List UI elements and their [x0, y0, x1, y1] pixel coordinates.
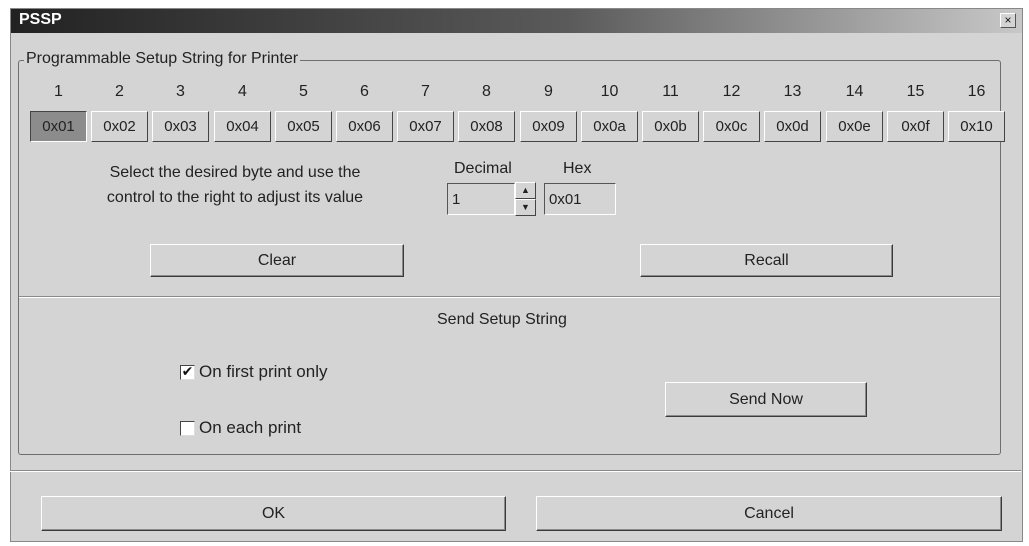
byte-index-label: 15 [906, 83, 925, 100]
clear-button[interactable]: Clear [150, 244, 404, 277]
byte-button-11[interactable]: 0x0b [642, 111, 699, 142]
close-button[interactable]: × [1000, 13, 1016, 28]
first-print-label: On first print only [199, 362, 328, 381]
byte-button-9[interactable]: 0x09 [520, 111, 577, 142]
byte-index-label: 10 [600, 83, 619, 100]
byte-index-label: 16 [967, 83, 986, 100]
byte-button-5[interactable]: 0x05 [275, 111, 332, 142]
byte-button-12[interactable]: 0x0c [703, 111, 760, 142]
byte-index-label: 1 [54, 83, 63, 100]
byte-button-4[interactable]: 0x04 [214, 111, 271, 142]
byte-index-label: 7 [421, 83, 430, 100]
send-setup-title: Send Setup String [437, 311, 567, 328]
byte-index-label: 8 [482, 83, 491, 100]
each-print-checkbox[interactable] [180, 420, 195, 436]
byte-index-label: 6 [360, 83, 369, 100]
byte-button-10[interactable]: 0x0a [581, 111, 638, 142]
each-print-label: On each print [199, 418, 302, 437]
byte-index-label: 2 [115, 83, 124, 100]
byte-button-15[interactable]: 0x0f [887, 111, 944, 142]
byte-index-label: 5 [299, 83, 308, 100]
instructions-line-1: Select the desired byte and use the [109, 164, 361, 181]
hex-field: 0x01 [544, 183, 616, 215]
byte-button-6[interactable]: 0x06 [336, 111, 393, 142]
title-bar: PSSP × [11, 9, 1022, 33]
byte-button-2[interactable]: 0x02 [91, 111, 148, 142]
byte-button-1[interactable]: 0x01 [30, 111, 87, 142]
byte-index-label: 9 [544, 83, 553, 100]
decimal-label: Decimal [454, 160, 512, 177]
byte-button-13[interactable]: 0x0d [764, 111, 821, 142]
byte-button-7[interactable]: 0x07 [397, 111, 454, 142]
byte-button-8[interactable]: 0x08 [458, 111, 515, 142]
byte-button-16[interactable]: 0x10 [948, 111, 1005, 142]
window-title: PSSP [19, 11, 62, 28]
send-now-button[interactable]: Send Now [665, 382, 867, 417]
byte-index-label: 14 [845, 83, 864, 100]
byte-index-label: 12 [722, 83, 741, 100]
group-label: Programmable Setup String for Printer [24, 50, 301, 68]
recall-button[interactable]: Recall [640, 244, 893, 277]
section-divider [19, 296, 1000, 298]
byte-index-label: 11 [662, 83, 679, 100]
decimal-spinner[interactable]: ▲ ▼ [515, 182, 536, 216]
arrow-down-icon[interactable]: ▼ [515, 199, 536, 216]
byte-button-3[interactable]: 0x03 [152, 111, 209, 142]
ok-button[interactable]: OK [41, 496, 506, 531]
instructions-line-2: control to the right to adjust its value [106, 189, 364, 206]
first-print-checkbox[interactable]: ✔ [180, 364, 195, 380]
each-print-option[interactable]: On each print [180, 418, 301, 438]
cancel-button[interactable]: Cancel [536, 496, 1002, 531]
decimal-input[interactable]: 1 [447, 183, 515, 215]
hex-label: Hex [563, 160, 592, 177]
byte-index-label: 4 [238, 83, 247, 100]
byte-button-14[interactable]: 0x0e [826, 111, 883, 142]
byte-index-label: 3 [176, 83, 185, 100]
arrow-up-icon[interactable]: ▲ [515, 182, 536, 199]
first-print-option[interactable]: ✔ On first print only [180, 362, 328, 382]
byte-index-label: 13 [783, 83, 802, 100]
footer-divider [10, 470, 1021, 472]
instructions-text: Select the desired byte and use the cont… [50, 160, 420, 210]
